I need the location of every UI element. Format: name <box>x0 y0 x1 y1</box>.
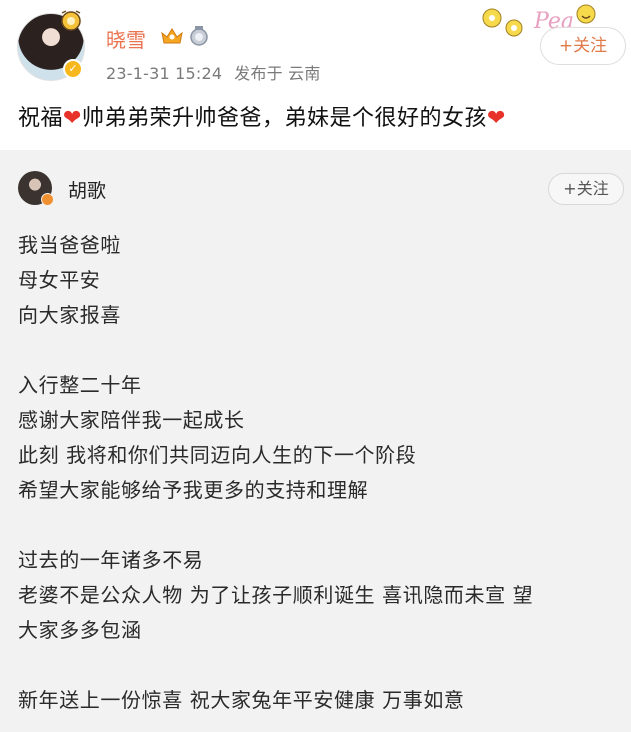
repost-line: 感谢大家陪伴我一起成长 <box>18 408 245 432</box>
post-text-part1: 祝福 <box>18 106 64 131</box>
repost-line: 过去的一年诸多不易 <box>18 548 204 572</box>
repost-line: 大家多多包涵 <box>18 618 142 642</box>
repost-line: 老婆不是公众人物 为了让孩子顺利诞生 喜讯隐而未宣 望 <box>18 583 534 607</box>
repost-follow-button[interactable]: +关注 <box>548 173 624 205</box>
repost-blank-line <box>18 508 618 543</box>
medal-icon[interactable] <box>188 25 210 47</box>
repost-line: 入行整二十年 <box>18 373 142 397</box>
repost-blank-line <box>18 333 618 368</box>
repost-line: 希望大家能够给予我更多的支持和理解 <box>18 478 369 502</box>
repost-line: 向大家报喜 <box>18 303 121 327</box>
verified-badge-icon <box>41 193 54 206</box>
reposted-card[interactable]: 胡歌 +关注 我当爸爸啦 母女平安 向大家报喜 入行整二十年 感谢大家陪伴我一起… <box>0 150 631 732</box>
avatar-decoration-icon <box>61 10 81 31</box>
verified-badge-icon: ✓ <box>63 59 83 79</box>
repost-author-name[interactable]: 胡歌 <box>68 176 106 203</box>
repost-line: 此刻 我将和你们共同迈向人生的下一个阶段 <box>18 443 417 467</box>
repost-line: 我当爸爸啦 <box>18 233 121 257</box>
repost-line: 新年送上一份惊喜 祝大家兔年平安健康 万事如意 <box>18 688 465 712</box>
author-name[interactable]: 晓雪 <box>106 24 146 53</box>
post-meta: 23-1-31 15:24 发布于 云南 <box>106 60 333 84</box>
vip-crown-icon[interactable] <box>160 25 184 47</box>
repost-body: 我当爸爸啦 母女平安 向大家报喜 入行整二十年 感谢大家陪伴我一起成长 此刻 我… <box>18 228 618 718</box>
post-date: 23-1-31 15:24 <box>106 64 223 83</box>
post-text-part2: 帅弟弟荣升帅爸爸，弟妹是个很好的女孩 <box>81 106 487 131</box>
repost-blank-line <box>18 648 618 683</box>
post-header: ✓ 晓雪 23-1-31 15:24 发布于 云南 Pea +关注 <box>0 0 631 92</box>
repost-line: 母女平安 <box>18 268 101 292</box>
follow-button[interactable]: +关注 <box>540 27 626 65</box>
post-source: 发布于 云南 <box>234 64 321 83</box>
post-text: 祝福❤帅弟弟荣升帅爸爸，弟妹是个很好的女孩❤ <box>18 100 506 132</box>
heart-icon: ❤ <box>486 106 506 131</box>
heart-icon: ❤ <box>63 106 82 131</box>
